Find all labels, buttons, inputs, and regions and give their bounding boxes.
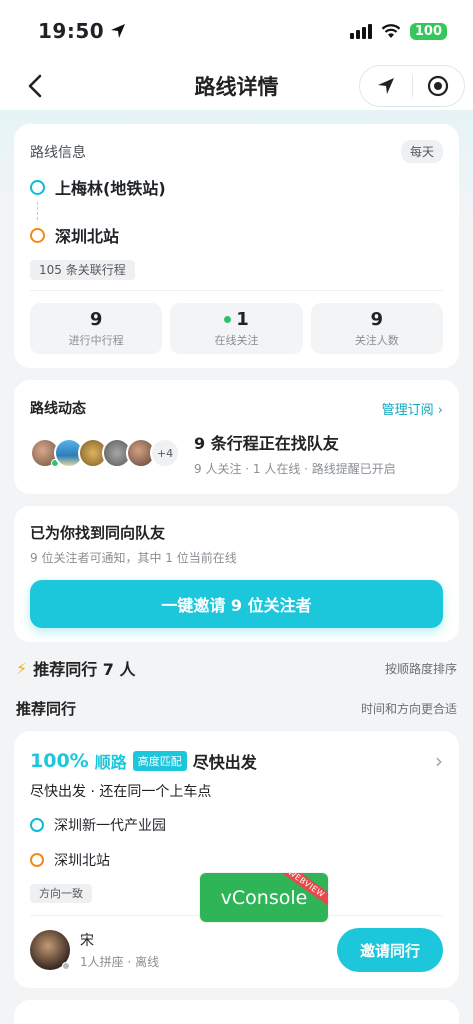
manage-subscription-label: 管理订阅 <box>381 402 434 418</box>
route-stats: 9 进行中行程 1 在线关注 9 关注人数 <box>30 290 443 354</box>
online-dot-icon <box>224 316 232 323</box>
nav-bar: 路线详情 <box>0 62 473 110</box>
match-destination-name: 深圳北站 <box>54 853 110 869</box>
page-title: 路线详情 <box>194 75 279 99</box>
cellular-signal-icon <box>349 23 372 39</box>
stat-value: 9 <box>370 309 384 330</box>
stat-online-followers: 1 在线关注 <box>170 303 303 354</box>
invite-companion-button[interactable]: 邀请同行 <box>337 928 443 972</box>
invite-all-followers-button[interactable]: 一键邀请 9 位关注者 <box>30 580 443 628</box>
high-match-tag: 高度匹配 <box>132 751 187 771</box>
depart-time: 尽快出发 <box>192 753 257 772</box>
match-user-row: 宋 1人拼座 · 离线 邀请同行 <box>30 915 443 972</box>
location-arrow-icon <box>111 24 126 38</box>
status-bar: 19:50 100 <box>0 0 473 62</box>
match-word: 顺路 <box>94 753 127 772</box>
status-icons: 100 <box>349 22 447 40</box>
route-activity-title: 路线动态 <box>30 401 86 417</box>
wifi-icon <box>381 23 401 38</box>
destination-name: 深圳北站 <box>55 227 120 246</box>
activity-detail: 9 人关注 · 1 人在线 · 路线提醒已开启 <box>194 462 396 476</box>
close-miniprogram-button[interactable] <box>413 66 465 106</box>
match-origin-name: 深圳新一代产业园 <box>54 818 166 834</box>
recommend-subtitle: 推荐同行 <box>16 700 77 718</box>
vconsole-label: vConsole <box>220 886 308 909</box>
lightning-icon: ⚡ <box>16 658 28 678</box>
recommend-header: ⚡ 推荐同行 7 人 按顺路度排序 <box>14 656 459 680</box>
stat-value: 9 <box>89 309 103 330</box>
sort-option[interactable]: 按顺路度排序 <box>385 660 457 677</box>
manage-subscription-link[interactable]: 管理订阅 › <box>382 399 443 418</box>
recommend-note: 时间和方向更合适 <box>360 702 457 716</box>
origin-marker-icon <box>30 818 44 832</box>
match-destination: 深圳北站 <box>30 850 443 870</box>
origin-name: 上梅林(地铁站) <box>55 179 166 198</box>
route-info-card: 路线信息 每天 上梅林(地铁站) 深圳北站 105 条关联行程 9 进行中行程 … <box>14 124 459 368</box>
stat-followers: 9 关注人数 <box>310 303 443 354</box>
miniprogram-capsule <box>359 65 465 107</box>
origin-stop: 上梅林(地铁站) <box>30 175 443 199</box>
chevron-right-icon: › <box>437 402 443 418</box>
direction-tag: 方向一致 <box>30 884 92 903</box>
found-subtitle: 9 位关注者可通知，其中 1 位当前在线 <box>30 551 237 565</box>
more-avatars-count: +4 <box>150 438 180 468</box>
stat-label: 进行中行程 <box>68 334 124 347</box>
user-meta: 1人拼座 · 离线 <box>80 955 160 969</box>
route-info-title: 路线信息 <box>30 144 86 161</box>
stat-label: 在线关注 <box>214 334 259 347</box>
destination-marker-icon <box>30 853 44 867</box>
found-title: 已为你找到同向队友 <box>30 524 166 542</box>
route-connector <box>37 202 38 220</box>
stat-value: 1 <box>236 309 249 330</box>
match-percent: 100% <box>30 750 89 772</box>
stat-label: 关注人数 <box>354 334 399 347</box>
recommend-subheader: 推荐同行 时间和方向更合适 <box>14 698 459 719</box>
user-name: 宋 <box>80 933 94 949</box>
vconsole-button[interactable]: vConsole WEBVIEW <box>200 873 328 922</box>
recommend-count-title: 推荐同行 7 人 <box>33 660 136 679</box>
activity-headline: 9 条行程正在找队友 <box>194 434 339 453</box>
next-card-peek <box>14 1000 459 1024</box>
match-origin: 深圳新一代产业园 <box>30 815 443 835</box>
route-activity-card: 路线动态 管理订阅 › +4 9 条行程正在找队友 9 人关注 · 1 人在线 … <box>14 380 459 494</box>
navigation-arrow-icon <box>377 78 394 94</box>
offline-status-dot <box>62 962 70 970</box>
user-avatar[interactable] <box>30 930 70 970</box>
battery-indicator: 100 <box>409 22 447 40</box>
match-card[interactable]: 100% 顺路 高度匹配 尽快出发 › 尽快出发 · 还在同一个上车点 深圳新一… <box>14 731 459 988</box>
origin-marker-icon <box>30 179 45 195</box>
match-summary: 尽快出发 · 还在同一个上车点 <box>30 784 212 800</box>
share-location-button[interactable] <box>360 66 412 106</box>
destination-marker-icon <box>30 227 45 243</box>
back-icon[interactable] <box>22 72 50 100</box>
frequency-badge: 每天 <box>400 140 443 163</box>
chevron-right-icon[interactable]: › <box>435 749 443 773</box>
follower-avatars[interactable]: +4 <box>30 438 180 468</box>
time-text: 19:50 <box>38 19 105 43</box>
found-teammates-card: 已为你找到同向队友 9 位关注者可通知，其中 1 位当前在线 一键邀请 9 位关… <box>14 506 459 642</box>
related-trips-badge: 105 条关联行程 <box>30 260 135 280</box>
target-icon <box>428 75 449 97</box>
stat-active-trips: 9 进行中行程 <box>30 303 163 354</box>
destination-stop: 深圳北站 <box>30 223 443 247</box>
status-time: 19:50 <box>38 19 126 43</box>
